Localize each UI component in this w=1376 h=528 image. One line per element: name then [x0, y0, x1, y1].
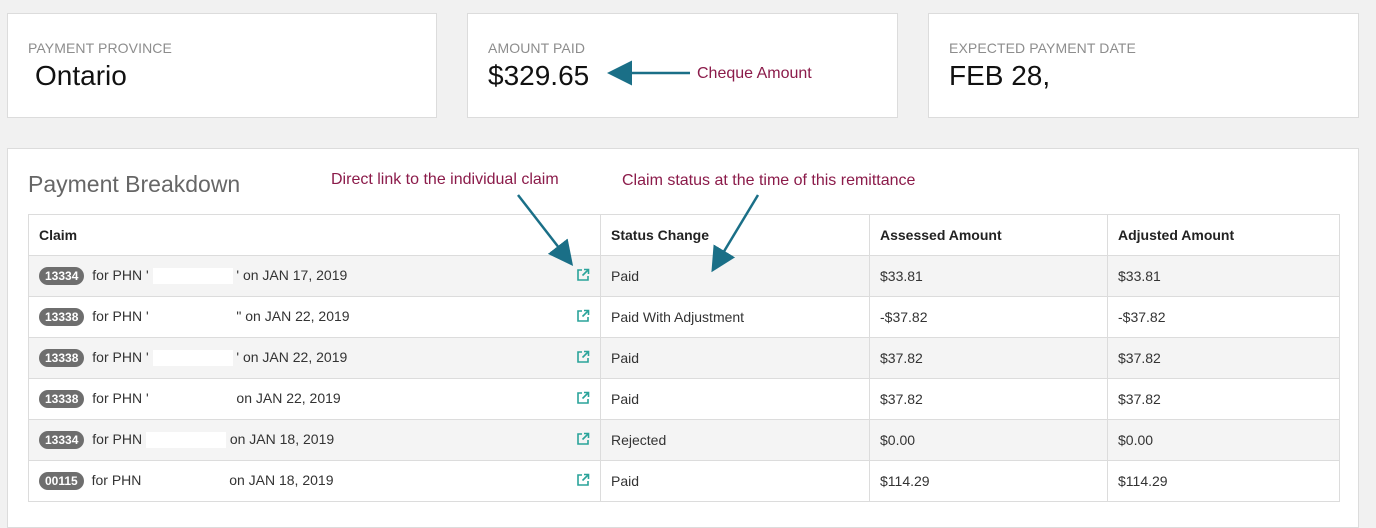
claim-date: on JAN 22, 2019 [236, 390, 341, 406]
column-header-assessed-amount: Assessed Amount [869, 214, 1108, 256]
amount-paid-label: AMOUNT PAID [488, 40, 586, 56]
payment-province-label: PAYMENT PROVINCE [28, 40, 172, 56]
column-header-status-change: Status Change [600, 214, 870, 256]
table-row: 13338 for PHN ' " on JAN 22, 2019 Paid W… [28, 296, 1340, 338]
table-row: 13338 for PHN ' ' on JAN 22, 2019 Paid $… [28, 337, 1340, 379]
external-link-icon[interactable] [576, 473, 590, 487]
claim-status-annotation: Claim status at the time of this remitta… [622, 172, 916, 189]
phn-redaction [152, 309, 233, 326]
amount-paid-value: $329.65 [488, 60, 590, 91]
direct-link-annotation: Direct link to the individual claim [331, 171, 559, 188]
status-change-cell: Paid With Adjustment [600, 296, 870, 338]
status-change-cell: Paid [600, 460, 870, 502]
phn-prefix: for PHN [91, 472, 142, 488]
phn-redaction [145, 432, 226, 449]
claim-id-badge: 13338 [39, 308, 85, 326]
amount-paid-card: AMOUNT PAID $329.65 [467, 13, 898, 118]
cheque-amount-annotation: Cheque Amount [697, 65, 812, 82]
external-link-icon[interactable] [576, 309, 590, 323]
expected-payment-date-label: EXPECTED PAYMENT DATE [949, 40, 1136, 56]
payment-province-value: Ontario [35, 60, 127, 91]
claim-cell: 13338 for PHN ' " on JAN 22, 2019 [28, 296, 601, 338]
phn-prefix: for PHN ' [92, 267, 149, 283]
table-header-row: Claim Status Change Assessed Amount Adju… [28, 214, 1340, 256]
claim-id-badge: 13338 [39, 349, 85, 367]
adjusted-amount-cell: $33.81 [1107, 255, 1340, 297]
phn-prefix: for PHN [92, 431, 143, 447]
column-header-claim: Claim [28, 214, 601, 256]
phn-redaction [152, 350, 233, 367]
status-change-cell: Rejected [600, 419, 870, 461]
phn-redaction [152, 268, 233, 285]
claim-cell: 13334 for PHN on JAN 18, 2019 [28, 419, 601, 461]
adjusted-amount-cell: $0.00 [1107, 419, 1340, 461]
payment-breakdown-table: Claim Status Change Assessed Amount Adju… [28, 214, 1340, 502]
payment-breakdown-panel: Payment Breakdown Claim Status Change As… [7, 148, 1359, 528]
claim-date: on JAN 18, 2019 [229, 431, 335, 447]
external-link-icon[interactable] [576, 268, 590, 282]
phn-prefix: for PHN ' [92, 349, 149, 365]
claim-date: " on JAN 22, 2019 [236, 308, 350, 324]
claim-cell: 00115 for PHN on JAN 18, 2019 [28, 460, 601, 502]
phn-redaction [145, 473, 226, 490]
status-change-cell: Paid [600, 378, 870, 420]
status-change-cell: Paid [600, 255, 870, 297]
assessed-amount-cell: $114.29 [869, 460, 1108, 502]
assessed-amount-cell: $37.82 [869, 378, 1108, 420]
assessed-amount-cell: $0.00 [869, 419, 1108, 461]
adjusted-amount-cell: $37.82 [1107, 378, 1340, 420]
payment-province-card: PAYMENT PROVINCE Ontario [7, 13, 437, 118]
phn-prefix: for PHN ' [92, 308, 149, 324]
table-row: 13334 for PHN ' ' on JAN 17, 2019 Paid $… [28, 255, 1340, 297]
external-link-icon[interactable] [576, 350, 590, 364]
column-header-adjusted-amount: Adjusted Amount [1107, 214, 1340, 256]
assessed-amount-cell: $37.82 [869, 337, 1108, 379]
claim-date: ' on JAN 22, 2019 [236, 349, 348, 365]
phn-redaction [152, 391, 233, 408]
external-link-icon[interactable] [576, 391, 590, 405]
phn-prefix: for PHN ' [92, 390, 149, 406]
claim-id-badge: 00115 [39, 472, 84, 490]
claim-cell: 13338 for PHN ' ' on JAN 22, 2019 [28, 337, 601, 379]
expected-payment-date-value: FEB 28, [949, 60, 1051, 91]
claim-date: on JAN 18, 2019 [229, 472, 334, 488]
external-link-icon[interactable] [576, 432, 590, 446]
table-row: 00115 for PHN on JAN 18, 2019 Paid $114.… [28, 460, 1340, 502]
assessed-amount-cell: -$37.82 [869, 296, 1108, 338]
table-row: 13334 for PHN on JAN 18, 2019 Rejected $… [28, 419, 1340, 461]
assessed-amount-cell: $33.81 [869, 255, 1108, 297]
claim-cell: 13334 for PHN ' ' on JAN 17, 2019 [28, 255, 601, 297]
status-change-cell: Paid [600, 337, 870, 379]
expected-payment-date-card: EXPECTED PAYMENT DATE FEB 28, [928, 13, 1359, 118]
payment-breakdown-title: Payment Breakdown [28, 171, 241, 197]
adjusted-amount-cell: $37.82 [1107, 337, 1340, 379]
claim-id-badge: 13334 [39, 431, 85, 449]
adjusted-amount-cell: -$37.82 [1107, 296, 1340, 338]
claim-id-badge: 13334 [39, 267, 85, 285]
claim-id-badge: 13338 [39, 390, 85, 408]
table-row: 13338 for PHN ' on JAN 22, 2019 Paid $37… [28, 378, 1340, 420]
claim-cell: 13338 for PHN ' on JAN 22, 2019 [28, 378, 601, 420]
adjusted-amount-cell: $114.29 [1107, 460, 1340, 502]
claim-date: ' on JAN 17, 2019 [236, 267, 348, 283]
